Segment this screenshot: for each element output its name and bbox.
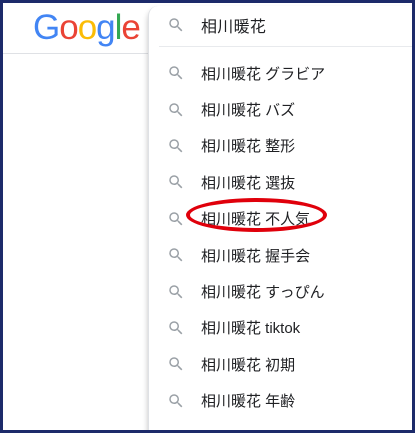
suggestion-text: 相川暖花 握手会 bbox=[201, 247, 311, 265]
suggestion-item[interactable]: 相川暖花 選抜 bbox=[149, 164, 412, 200]
suggestion-item[interactable]: 相川暖花 初期 bbox=[149, 346, 412, 382]
google-logo[interactable]: Google bbox=[33, 8, 141, 48]
suggestion-text: 相川暖花 選抜 bbox=[201, 174, 296, 192]
logo-letter-l: l bbox=[114, 8, 123, 47]
logo-letter-e: e bbox=[121, 8, 140, 47]
suggestion-item[interactable]: 相川暖花 整形 bbox=[149, 128, 412, 164]
search-icon bbox=[166, 354, 186, 374]
search-icon bbox=[166, 100, 186, 120]
search-icon bbox=[166, 136, 186, 156]
search-icon bbox=[166, 15, 186, 35]
logo-letter-g2: g bbox=[96, 8, 115, 47]
suggestion-item[interactable]: 相川暖花 すっぴん bbox=[149, 273, 412, 309]
suggestion-list: 相川暖花 グラビア 相川暖花 バズ 相川暖花 整形 相川暖花 選抜 相川暖花 不… bbox=[149, 55, 412, 419]
suggestion-text: 相川暖花 バズ bbox=[201, 102, 296, 120]
suggestion-text: 相川暖花 tiktok bbox=[201, 320, 301, 338]
search-divider bbox=[159, 46, 412, 47]
suggestion-text: 相川暖花 すっぴん bbox=[201, 284, 325, 302]
logo-letter-g: G bbox=[33, 8, 60, 47]
logo-letter-o2: o bbox=[77, 8, 97, 47]
suggestion-item[interactable]: 相川暖花 バズ bbox=[149, 91, 412, 127]
suggestion-item[interactable]: 相川暖花 tiktok bbox=[149, 310, 412, 346]
suggestion-item-highlighted[interactable]: 相川暖花 不人気 bbox=[149, 201, 412, 237]
suggestion-text: 相川暖花 初期 bbox=[201, 356, 296, 374]
suggestion-item[interactable]: 相川暖花 グラビア bbox=[149, 55, 412, 91]
header-divider bbox=[3, 53, 153, 54]
suggestion-text: 相川暖花 整形 bbox=[201, 138, 296, 156]
search-icon bbox=[166, 63, 186, 83]
logo-letter-o1: o bbox=[59, 8, 78, 47]
search-icon bbox=[166, 318, 186, 338]
screenshot-frame: Google 相川暖花 相川暖花 グラビア 相川暖花 バズ 相川暖花 整形 相川… bbox=[0, 0, 415, 433]
suggestion-item[interactable]: 相川暖花 年齢 bbox=[149, 383, 412, 419]
search-box[interactable]: 相川暖花 bbox=[149, 6, 412, 44]
search-icon bbox=[166, 209, 186, 229]
search-autocomplete-dropdown: 相川暖花 相川暖花 グラビア 相川暖花 バズ 相川暖花 整形 相川暖花 選抜 相… bbox=[148, 6, 412, 430]
suggestion-item[interactable]: 相川暖花 握手会 bbox=[149, 237, 412, 273]
search-icon bbox=[166, 172, 186, 192]
suggestion-text: 相川暖花 グラビア bbox=[201, 65, 326, 83]
suggestion-text: 相川暖花 不人気 bbox=[201, 211, 311, 229]
search-icon bbox=[166, 391, 186, 411]
suggestion-text: 相川暖花 年齢 bbox=[201, 393, 296, 411]
search-input[interactable]: 相川暖花 bbox=[201, 13, 266, 37]
search-icon bbox=[166, 245, 186, 265]
search-icon bbox=[166, 282, 186, 302]
